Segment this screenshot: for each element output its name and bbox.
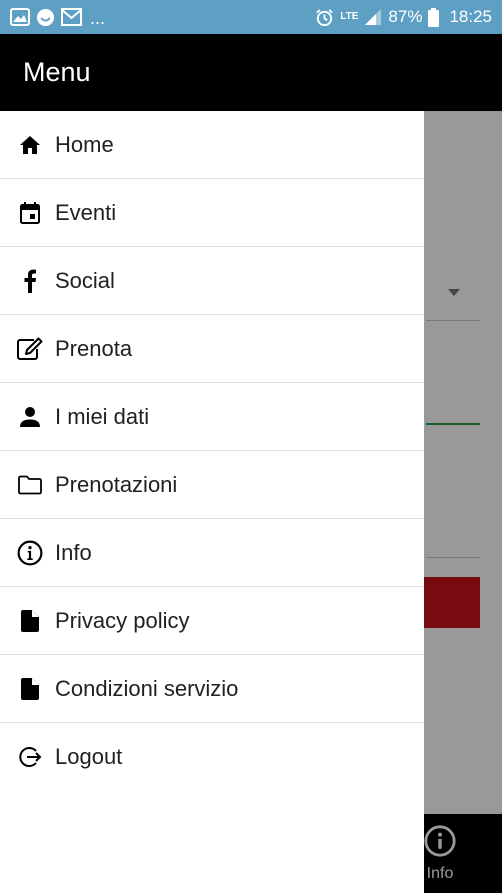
menu-item-label: Prenotazioni <box>55 471 178 497</box>
home-icon <box>17 132 43 158</box>
battery-icon <box>428 7 440 27</box>
menu-item-label: Info <box>55 539 92 565</box>
menu-item-i-miei-dati[interactable]: I miei dati <box>0 383 424 451</box>
menu-item-prenota[interactable]: Prenota <box>0 315 424 383</box>
person-icon <box>17 404 43 430</box>
drawer-title: Menu <box>0 34 424 111</box>
navigation-drawer: Menu Home Eventi Social Prenota I miei d… <box>0 34 424 893</box>
menu-item-label: I miei dati <box>55 403 150 429</box>
calendar-icon <box>17 200 43 226</box>
app-screen: ... LTE 87% 18:25 Info Menu Home Eventi … <box>0 0 502 893</box>
menu-list: Home Eventi Social Prenota I miei dati P… <box>0 111 424 791</box>
edit-icon <box>17 336 43 362</box>
menu-item-privacy-policy[interactable]: Privacy policy <box>0 587 424 655</box>
document-icon <box>17 676 43 702</box>
folder-icon <box>17 472 43 498</box>
menu-item-label: Home <box>55 131 114 157</box>
overflow-notifications: ... <box>90 8 106 28</box>
menu-item-label: Logout <box>55 744 123 769</box>
menu-item-logout[interactable]: Logout <box>0 723 424 791</box>
menu-item-label: Prenota <box>55 335 133 361</box>
menu-item-social[interactable]: Social <box>0 247 424 315</box>
menu-item-eventi[interactable]: Eventi <box>0 179 424 247</box>
logout-icon <box>17 744 43 770</box>
menu-item-label: Condizioni servizio <box>55 675 239 701</box>
info-icon <box>17 540 43 566</box>
document-icon <box>17 608 43 634</box>
facebook-icon <box>17 268 43 294</box>
alarm-icon <box>315 8 334 27</box>
gallery-icon <box>10 8 30 26</box>
smiley-icon <box>36 8 55 27</box>
menu-item-home[interactable]: Home <box>0 111 424 179</box>
menu-item-condizioni-servizio[interactable]: Condizioni servizio <box>0 655 424 723</box>
mail-icon <box>61 8 82 26</box>
status-bar: ... LTE 87% 18:25 <box>0 0 502 34</box>
battery-percentage: 87% <box>388 7 423 26</box>
menu-item-label: Social <box>55 267 115 293</box>
status-bar-system: LTE 87% 18:25 <box>315 7 492 27</box>
menu-item-prenotazioni[interactable]: Prenotazioni <box>0 451 424 519</box>
menu-item-label: Eventi <box>55 199 117 225</box>
network-type: LTE <box>340 11 359 22</box>
menu-item-label: Privacy policy <box>55 607 190 633</box>
menu-item-info[interactable]: Info <box>0 519 424 587</box>
status-bar-notifications: ... <box>10 7 105 27</box>
clock: 18:25 <box>449 7 492 26</box>
signal-icon <box>364 8 382 26</box>
